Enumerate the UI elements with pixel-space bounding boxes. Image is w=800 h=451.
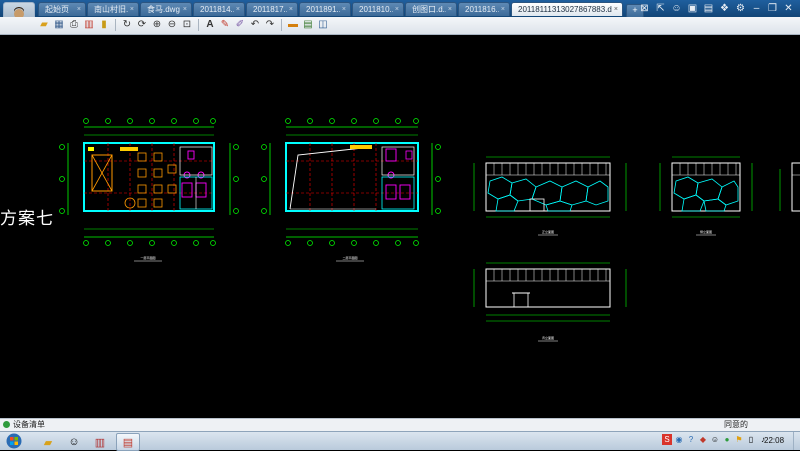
- lock-icon[interactable]: ▮: [98, 19, 110, 31]
- back-elevation: 背立面图: [473, 262, 627, 342]
- toolbar-separator: [198, 19, 199, 31]
- restore-icon[interactable]: ❐: [767, 2, 778, 15]
- drawing-canvas[interactable]: 一层平面图 二层平面图 正立面图 侧立面图 背立面图 方案七: [0, 35, 800, 417]
- measure-icon[interactable]: ▬: [287, 19, 299, 31]
- save-icon[interactable]: ▦: [53, 19, 65, 31]
- brush-icon[interactable]: ✐: [234, 19, 246, 31]
- tab-close-icon[interactable]: ×: [395, 3, 399, 16]
- scheme-label: 方案七: [0, 209, 54, 229]
- settings-icon[interactable]: ⚙: [735, 2, 746, 15]
- refresh-icon[interactable]: ⟳: [136, 19, 148, 31]
- zoom-in-icon[interactable]: ⊕: [151, 19, 163, 31]
- title-bar: 起始页× 南山村旧...× 食马.dwg× 2011814...× 201181…: [0, 0, 800, 32]
- qq-taskbar-button[interactable]: ☺: [62, 433, 86, 451]
- cad-viewer-taskbar-button[interactable]: ▤: [116, 433, 140, 451]
- zoom-out-icon[interactable]: ⊖: [166, 19, 178, 31]
- show-desktop-button[interactable]: [793, 432, 800, 450]
- zoom-window-icon[interactable]: ⊡: [181, 19, 193, 31]
- main-toolbar: ▰ ▦ ⎙ ▥ ▮ ↻ ⟳ ⊕ ⊖ ⊡ A ✎ ✐ ↶ ↷ ▬ ▤ ◫: [0, 17, 800, 35]
- side-elevation: 侧立面图: [659, 156, 753, 236]
- ground-floor-plan: 一层平面图: [59, 118, 239, 262]
- tab-close-icon[interactable]: ×: [501, 3, 505, 16]
- help-icon[interactable]: ?: [686, 434, 696, 445]
- back-elevation-caption: 背立面图: [542, 335, 554, 340]
- explorer-taskbar-button[interactable]: ▰: [36, 433, 60, 451]
- network-icon[interactable]: ▯: [746, 434, 756, 445]
- tab-active-document[interactable]: 20118111313027867883.d... ×: [511, 2, 623, 16]
- front-elevation-caption: 正立面图: [542, 229, 554, 234]
- rotate-icon[interactable]: ↻: [121, 19, 133, 31]
- upper-floor-plan: 二层平面图: [261, 118, 441, 262]
- users-icon[interactable]: ☺: [671, 2, 682, 15]
- layers-icon[interactable]: ◫: [317, 19, 329, 31]
- qq-icon: ☺: [68, 436, 80, 448]
- window-controls: ⊠ ⇱ ☺ ▣ ▤ ❖ ⚙ – ❐ ✕: [639, 2, 794, 15]
- minimize-icon[interactable]: –: [751, 2, 762, 15]
- tab-close-icon[interactable]: ×: [289, 3, 293, 16]
- chat-tray-icon[interactable]: ●: [722, 434, 732, 445]
- tab-document[interactable]: 2011816... ×: [458, 2, 510, 16]
- tab-document[interactable]: 2011891... ×: [299, 2, 351, 16]
- status-bar: 设备清单 同意的: [0, 418, 800, 431]
- side-elevation-caption: 侧立面图: [700, 229, 712, 234]
- skin-icon[interactable]: ❖: [719, 2, 730, 15]
- taskbar-clock[interactable]: 22:08: [764, 432, 784, 450]
- export-pdf-icon[interactable]: ▥: [83, 19, 95, 31]
- folder-icon: ▰: [43, 436, 53, 449]
- message-icon[interactable]: ▣: [687, 2, 698, 15]
- qq-tray-icon[interactable]: ☺: [710, 434, 720, 445]
- pin-icon[interactable]: ⊠: [639, 2, 650, 15]
- tab-close-icon[interactable]: ×: [614, 3, 618, 16]
- security-icon[interactable]: ◆: [698, 434, 708, 445]
- upper-floor-caption: 二层平面图: [342, 255, 357, 260]
- tab-close-icon[interactable]: ×: [130, 3, 134, 16]
- text-icon[interactable]: A: [204, 19, 216, 31]
- system-tray: S ◉ ? ◆ ☺ ● ⚑ ▯ ♪: [662, 434, 768, 445]
- start-button[interactable]: [2, 433, 26, 449]
- close-icon[interactable]: ✕: [783, 2, 794, 15]
- status-online-icon: [3, 421, 10, 428]
- image-icon[interactable]: ▤: [703, 2, 714, 15]
- layer-icon[interactable]: ▤: [302, 19, 314, 31]
- books-icon: ▥: [94, 436, 106, 449]
- cad-drawing: 一层平面图 二层平面图 正立面图 侧立面图 背立面图: [59, 118, 800, 342]
- pen-icon[interactable]: ✎: [219, 19, 231, 31]
- document-tabs: 起始页× 南山村旧...× 食马.dwg× 2011814...× 201181…: [38, 2, 644, 18]
- tab-document[interactable]: 2011817... ×: [246, 2, 298, 16]
- front-elevation: 正立面图: [473, 156, 627, 236]
- tab-document[interactable]: 食马.dwg ×: [140, 2, 192, 16]
- toolbar-separator: [115, 19, 116, 31]
- redo-icon[interactable]: ↷: [264, 19, 276, 31]
- antivirus-icon[interactable]: ◉: [674, 434, 684, 445]
- tab-close-icon[interactable]: ×: [236, 3, 240, 16]
- flag-icon[interactable]: ⚑: [734, 434, 744, 445]
- input-method-icon[interactable]: S: [662, 434, 672, 445]
- device-list-link[interactable]: 设备清单: [13, 419, 45, 431]
- tab-close-icon[interactable]: ×: [448, 3, 452, 16]
- partial-elevation: [779, 162, 800, 212]
- cad-viewer-icon: ▤: [122, 436, 134, 449]
- tab-document[interactable]: 创图口.d... ×: [405, 2, 457, 16]
- tab-document[interactable]: 南山村旧...×: [87, 2, 139, 16]
- tab-start-page[interactable]: 起始页 ×: [38, 2, 86, 16]
- tab-close-icon[interactable]: ×: [77, 3, 81, 16]
- tab-document[interactable]: 2011810... ×: [352, 2, 404, 16]
- windows-taskbar: ▰ ☺ ▥ ▤ S ◉ ? ◆ ☺ ● ⚑ ▯ ♪ 22:08: [0, 431, 800, 451]
- zoom-status[interactable]: 同意的: [724, 419, 748, 431]
- books-taskbar-button[interactable]: ▥: [88, 433, 112, 451]
- toolbar-separator: [281, 19, 282, 31]
- tab-close-icon[interactable]: ×: [342, 3, 346, 16]
- ground-floor-caption: 一层平面图: [140, 255, 155, 260]
- share-icon[interactable]: ⇱: [655, 2, 666, 15]
- tab-close-icon[interactable]: ×: [183, 3, 187, 16]
- open-icon[interactable]: ▰: [38, 19, 50, 31]
- tab-document[interactable]: 2011814... ×: [193, 2, 245, 16]
- undo-icon[interactable]: ↶: [249, 19, 261, 31]
- windows-logo-icon: [6, 433, 22, 449]
- print-icon[interactable]: ⎙: [68, 19, 80, 31]
